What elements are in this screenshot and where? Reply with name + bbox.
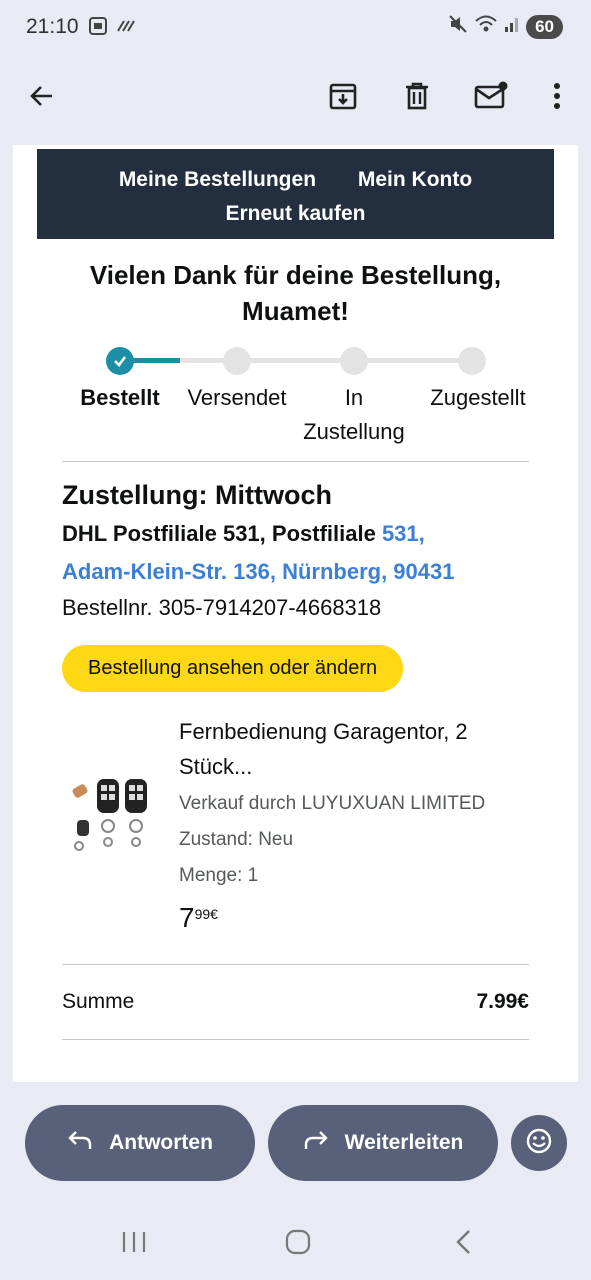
my-orders-link[interactable]: Meine Bestellungen [119, 168, 316, 191]
mark-unread-icon[interactable] [471, 76, 511, 116]
progress-steps: Bestellt Versendet In Zustellung Zugeste… [37, 381, 554, 461]
mute-icon [448, 14, 468, 39]
reply-button[interactable]: Antworten [25, 1105, 255, 1181]
product-price: 799€ [179, 902, 218, 933]
step-ordered-check-icon [106, 347, 134, 375]
total-label: Summe [62, 990, 135, 1013]
view-order-button[interactable]: Bestellung ansehen oder ändern [62, 645, 404, 692]
archive-icon[interactable] [323, 76, 363, 116]
delivery-section: Zustellung: Mittwoch DHL Postfiliale 531… [37, 480, 554, 692]
screenshot-icon [88, 16, 108, 41]
app-bar [0, 56, 591, 136]
step-shipped-dot [223, 347, 251, 375]
step-label-delivered: Zugestellt [430, 385, 526, 410]
product-quantity: Menge: 1 [179, 865, 259, 886]
step-label-shipped: Versendet [187, 385, 287, 410]
reply-icon [67, 1129, 93, 1157]
buy-again-link[interactable]: Erneut kaufen [225, 202, 365, 225]
my-account-link[interactable]: Mein Konto [358, 168, 472, 191]
product-info: Fernbedienung Garagentor, 2 Stück... Ver… [179, 714, 539, 934]
delivery-title: Zustellung: Mittwoch [62, 480, 332, 510]
forward-icon [303, 1129, 329, 1157]
system-navigation-bar [0, 1210, 591, 1280]
divider [62, 461, 529, 462]
battery-indicator: 60 [526, 14, 563, 39]
total-value: 7.99€ [476, 990, 529, 1013]
more-vert-icon[interactable] [537, 76, 577, 116]
delivery-address: DHL Postfiliale 531, Postfiliale 531, Ad… [62, 521, 455, 584]
forward-button[interactable]: Weiterleiten [268, 1105, 498, 1181]
product-image[interactable] [67, 774, 157, 864]
forward-label: Weiterleiten [344, 1131, 464, 1154]
product-condition: Zustand: Neu [179, 829, 294, 850]
signal-wave-icon [116, 19, 136, 38]
reply-label: Antworten [109, 1131, 213, 1154]
email-body: Meine Bestellungen Mein Konto Erneut kau… [13, 145, 578, 1082]
email-content: Meine Bestellungen Mein Konto Erneut kau… [37, 149, 554, 1082]
step-label-ordered: Bestellt [80, 385, 160, 410]
thank-you-heading: Vielen Dank für deine Bestellung, Muamet… [89, 260, 502, 326]
address-link-continued[interactable]: Adam-Klein-Str. 136, Nürnberg, 90431 [62, 559, 454, 584]
address-link[interactable]: 531, [382, 521, 425, 546]
home-icon[interactable] [284, 1228, 312, 1261]
order-total-row: Summe 7.99€ [37, 965, 554, 1039]
step-label-out-for-delivery: In Zustellung [303, 385, 405, 444]
product-title[interactable]: Fernbedienung Garagentor, 2 Stück... [179, 714, 539, 784]
product-seller: Verkauf durch LUYUXUAN LIMITED [179, 793, 486, 814]
smiley-icon [525, 1127, 553, 1160]
cell-signal-icon [504, 15, 520, 38]
step-delivered-dot [458, 347, 486, 375]
status-bar: 21:10 60 [0, 0, 591, 56]
back-nav-icon[interactable] [452, 1228, 476, 1261]
back-arrow-icon[interactable] [22, 76, 62, 116]
divider [62, 1039, 529, 1040]
status-time: 21:10 [26, 15, 79, 38]
delete-icon[interactable] [397, 76, 437, 116]
wifi-icon [474, 14, 498, 39]
product-item[interactable]: Fernbedienung Garagentor, 2 Stück... Ver… [37, 714, 554, 964]
emoji-reaction-button[interactable] [511, 1115, 567, 1171]
order-number: Bestellnr. 305-7914207-4668318 [62, 595, 382, 620]
recent-apps-icon[interactable] [120, 1228, 148, 1261]
email-nav-bar: Meine Bestellungen Mein Konto Erneut kau… [37, 149, 554, 239]
order-progress-bar [37, 345, 554, 381]
step-out-for-delivery-dot [340, 347, 368, 375]
